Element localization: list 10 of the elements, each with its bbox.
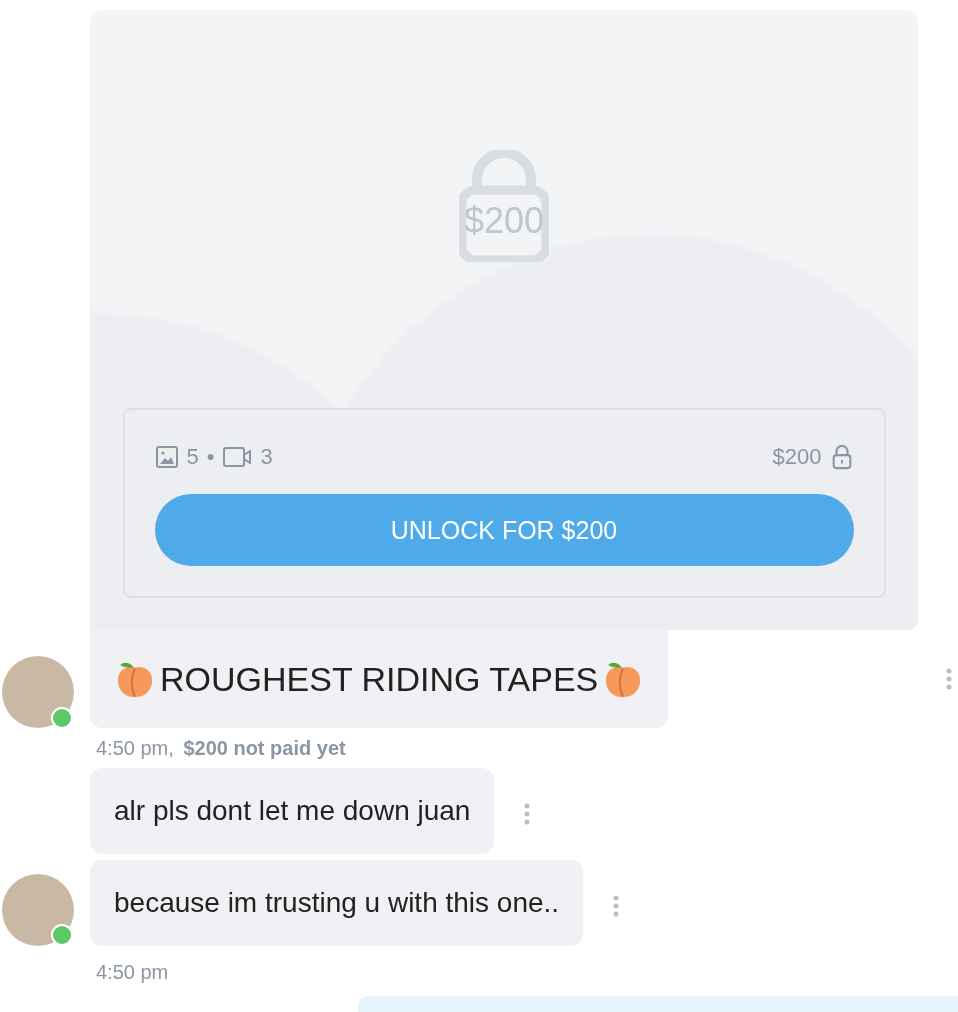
- message-text: alr pls dont let me down juan: [114, 795, 471, 827]
- message-timestamp: 4:50 pm, $200 not paid yet: [96, 736, 347, 761]
- unlock-button[interactable]: UNLOCK FOR $200: [154, 494, 854, 566]
- video-count: 3: [260, 444, 273, 470]
- separator-dot: •: [206, 444, 215, 470]
- message-text: ROUGHEST RIDING TAPES: [160, 659, 599, 699]
- message-timestamp: 4:50 pm: [96, 960, 170, 985]
- message-text: because im trusting u with this one..: [114, 887, 560, 919]
- price-label: $200: [772, 444, 822, 470]
- photo-count: 5: [186, 444, 199, 470]
